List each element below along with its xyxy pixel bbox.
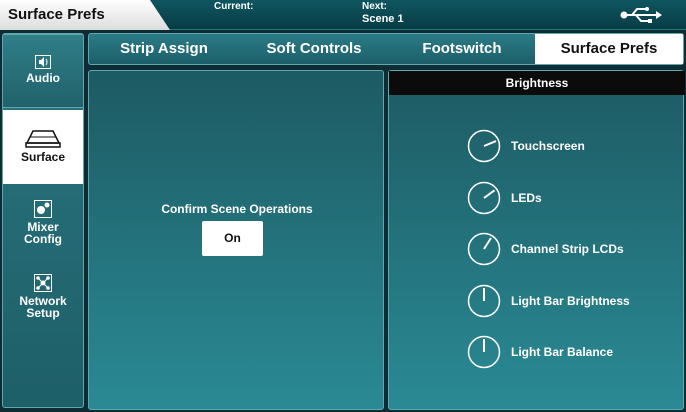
knob-row-light-bar-brightness: Light Bar Brightness	[467, 284, 677, 320]
sidebar-item-surface[interactable]: Surface	[3, 110, 83, 184]
channel-strip-lcds-label: Channel Strip LCDs	[511, 242, 624, 256]
tab-strip-assign[interactable]: Strip Assign	[89, 34, 239, 64]
screen-title: Surface Prefs	[0, 0, 170, 30]
knob-row-light-bar-balance: Light Bar Balance	[467, 335, 677, 371]
sidebar-item-label: Surface	[20, 150, 66, 164]
tab-surface-prefs[interactable]: Surface Prefs	[535, 34, 683, 64]
next-scene-label: Next:	[362, 1, 388, 12]
tab-soft-controls[interactable]: Soft Controls	[239, 34, 389, 64]
knob-row-channel-strip-lcds: Channel Strip LCDs	[467, 232, 677, 268]
current-scene-label: Current:	[214, 1, 254, 12]
sidebar-item-audio[interactable]: Audio	[3, 34, 83, 108]
brightness-panel: Brightness Touchscreen LEDs Channel Stri…	[388, 70, 685, 410]
confirm-scene-operations-button[interactable]: On	[202, 221, 263, 256]
tab-footswitch[interactable]: Footswitch	[389, 34, 535, 64]
leds-knob[interactable]	[467, 181, 501, 215]
sidebar-item-mixer-config[interactable]: Mixer Config	[3, 186, 83, 260]
light-bar-brightness-knob[interactable]	[467, 284, 501, 318]
leds-label: LEDs	[511, 191, 542, 205]
knob-row-touchscreen: Touchscreen	[467, 129, 677, 165]
network-icon	[34, 274, 52, 292]
sidebar-item-network-setup[interactable]: Network Setup	[3, 260, 83, 334]
mixer-config-icon	[34, 200, 52, 218]
sidebar-item-label: Network Setup	[19, 294, 67, 320]
usb-icon	[620, 7, 662, 23]
light-bar-balance-label: Light Bar Balance	[511, 345, 614, 359]
tab-bar: Strip Assign Soft Controls Footswitch Su…	[88, 33, 684, 65]
channel-strip-lcds-knob[interactable]	[467, 232, 501, 266]
touchscreen-knob[interactable]	[467, 129, 501, 163]
speaker-icon	[35, 55, 51, 69]
confirm-scene-operations-label: Confirm Scene Operations	[161, 202, 313, 216]
surface-icon	[25, 130, 61, 148]
knob-row-leds: LEDs	[467, 181, 677, 217]
touchscreen-label: Touchscreen	[511, 139, 585, 153]
scene-operations-panel: Confirm Scene Operations On	[88, 70, 384, 410]
next-scene-value: Scene 1	[362, 13, 404, 25]
sidebar-item-label: Mixer Config	[24, 220, 62, 246]
brightness-header: Brightness	[389, 71, 685, 95]
sidebar-item-label: Audio	[26, 71, 60, 85]
light-bar-balance-knob[interactable]	[467, 335, 501, 369]
top-bar: Surface Prefs Current: Next: Scene 1	[0, 0, 686, 30]
light-bar-brightness-label: Light Bar Brightness	[511, 294, 630, 308]
sidebar: Audio Surface Mixer Config Network Setup	[2, 33, 84, 408]
